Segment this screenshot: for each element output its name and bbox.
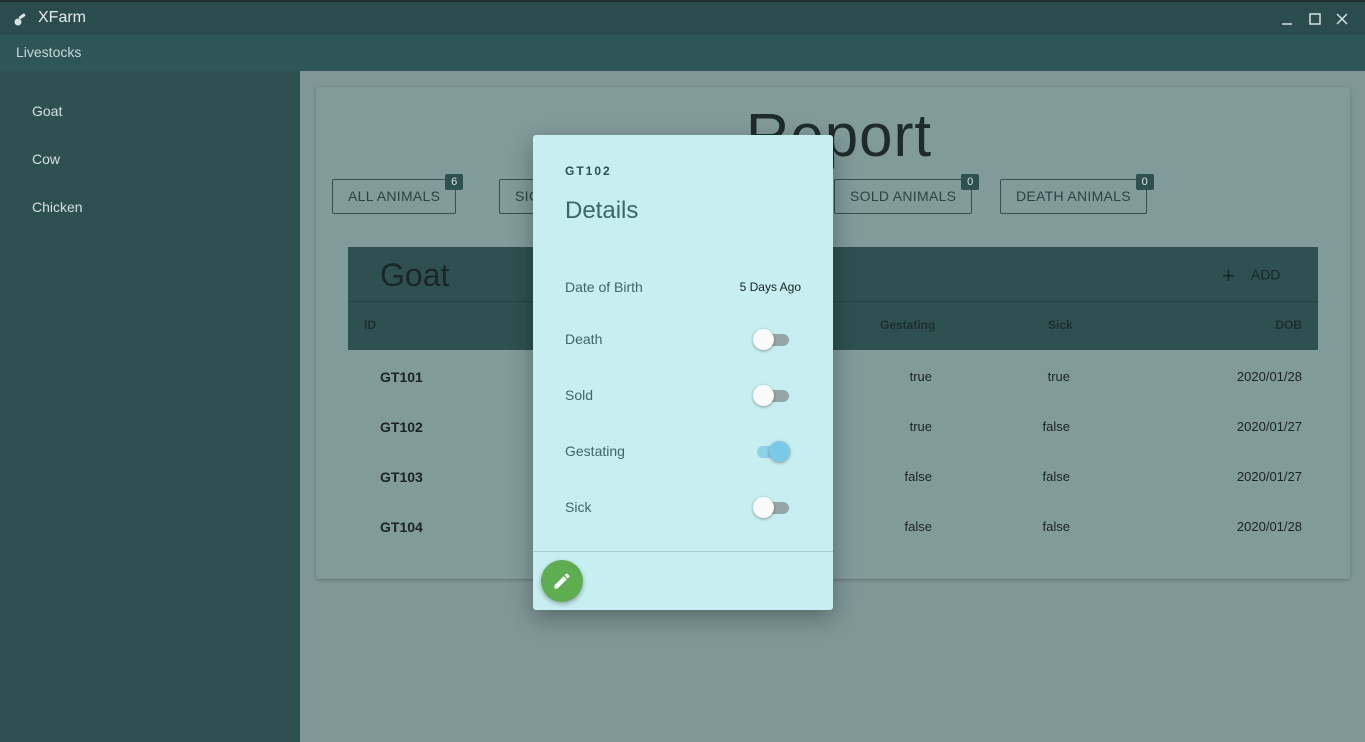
animal-id: GT102	[565, 164, 612, 178]
sick-label: Sick	[565, 499, 592, 515]
divider	[533, 551, 833, 552]
cell-id: GT101	[380, 369, 423, 385]
sold-toggle[interactable]	[753, 383, 791, 407]
table-row[interactable]: GT102 true false 2020/01/27	[348, 400, 1318, 450]
sick-toggle[interactable]	[753, 495, 791, 519]
close-icon[interactable]	[1333, 10, 1351, 28]
cell-sick: false	[1042, 419, 1070, 434]
count-badge: 6	[445, 174, 464, 190]
count-badge: 0	[1135, 174, 1154, 190]
plus-icon: +	[1222, 263, 1235, 288]
add-label: ADD	[1250, 266, 1281, 283]
cell-dob: 2020/01/28	[1236, 519, 1302, 534]
death-animals-button[interactable]: DEATH ANIMALS 0	[1000, 174, 1154, 214]
filter-label: SOLD ANIMALS	[850, 188, 957, 204]
cell-id: GT104	[380, 519, 423, 535]
maximize-icon[interactable]	[1306, 10, 1324, 28]
cell-sick: false	[1042, 469, 1070, 484]
sold-animals-button[interactable]: SOLD ANIMALS 0	[834, 174, 980, 214]
death-label: Death	[565, 331, 603, 347]
sidebar-item-goat[interactable]: Goat	[32, 103, 62, 119]
cell-gestating: true	[909, 419, 932, 434]
divider	[348, 301, 1318, 302]
cell-dob: 2020/01/27	[1236, 419, 1302, 434]
gestating-label: Gestating	[565, 443, 625, 459]
cell-gestating: true	[909, 369, 932, 384]
table-header: Goat + ADD ID Gestating Sick DOB	[348, 247, 1318, 350]
app-bar: Livestocks	[0, 35, 1365, 71]
cell-gestating: false	[904, 519, 932, 534]
details-dialog: GT102 Details Date of Birth 5 Days Ago D…	[533, 135, 833, 610]
column-header-id[interactable]: ID	[364, 318, 376, 332]
all-animals-button[interactable]: ALL ANIMALS 6	[332, 174, 464, 214]
app-icon	[14, 13, 26, 26]
column-header-gestating[interactable]: Gestating	[880, 318, 935, 332]
app-bar-title: Livestocks	[16, 44, 82, 60]
table-row[interactable]: GT104 false false 2020/01/28	[348, 500, 1318, 550]
title-bar: XFarm	[0, 0, 1365, 35]
sidebar-item-chicken[interactable]: Chicken	[32, 199, 83, 215]
column-header-sick[interactable]: Sick	[1048, 318, 1073, 332]
dob-value: 5 Days Ago	[739, 280, 801, 294]
cell-dob: 2020/01/27	[1236, 469, 1302, 484]
edit-button[interactable]	[541, 560, 583, 602]
table-title: Goat	[380, 257, 450, 293]
column-header-dob[interactable]: DOB	[1275, 318, 1302, 332]
dialog-title: Details	[565, 197, 639, 224]
cell-dob: 2020/01/28	[1236, 369, 1302, 384]
count-badge: 0	[961, 174, 980, 190]
report-card: Report ALL ANIMALS 6 SIC SOLD ANIMALS 0 …	[316, 87, 1350, 579]
table-row[interactable]: GT103 false false 2020/01/27	[348, 450, 1318, 500]
sidebar-item-cow[interactable]: Cow	[32, 151, 60, 167]
filter-label: DEATH ANIMALS	[1016, 188, 1131, 204]
cell-id: GT102	[380, 419, 423, 435]
sold-label: Sold	[565, 387, 594, 403]
cell-id: GT103	[380, 469, 423, 485]
pencil-icon	[554, 573, 570, 589]
sidebar: Goat Cow Chicken	[0, 71, 300, 742]
window-title: XFarm	[38, 9, 86, 26]
minimize-icon[interactable]	[1278, 10, 1296, 28]
table-row[interactable]: GT101 true true 2020/01/28	[348, 350, 1318, 400]
cell-gestating: false	[904, 469, 932, 484]
cell-sick: true	[1047, 369, 1070, 384]
add-button[interactable]: + ADD	[1222, 263, 1280, 289]
gestating-toggle[interactable]	[753, 439, 791, 463]
cell-sick: false	[1042, 519, 1070, 534]
filter-label: ALL ANIMALS	[348, 188, 441, 204]
death-toggle[interactable]	[753, 327, 791, 351]
dob-label: Date of Birth	[565, 279, 643, 295]
